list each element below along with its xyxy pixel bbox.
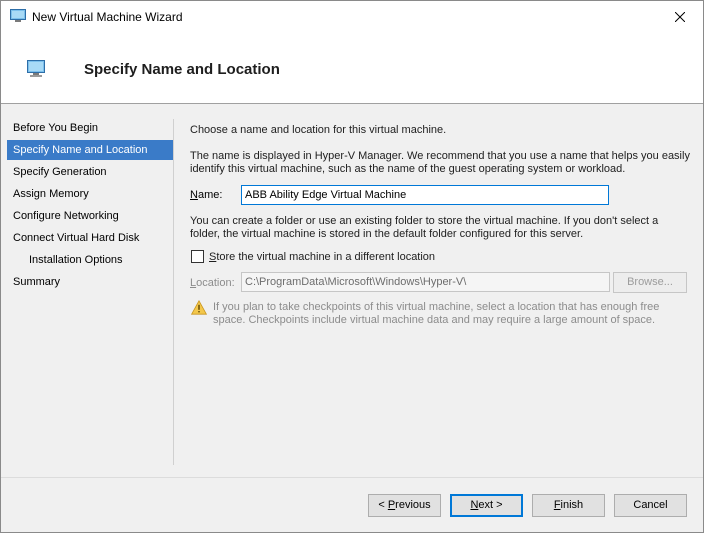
- nav-divider: [173, 119, 174, 465]
- window-title: New Virtual Machine Wizard: [32, 10, 183, 24]
- browse-button: Browse...: [613, 272, 687, 293]
- next-button-rest: ext >: [478, 499, 503, 511]
- title-bar: New Virtual Machine Wizard: [1, 1, 703, 32]
- nav-item-assign-memory[interactable]: Assign Memory: [7, 184, 173, 204]
- wizard-window: New Virtual Machine Wizard Specify Name …: [0, 0, 704, 533]
- location-label: Location:: [190, 277, 235, 289]
- store-location-checkbox[interactable]: [191, 250, 204, 263]
- finish-button[interactable]: Finish: [532, 494, 605, 517]
- name-input[interactable]: [241, 185, 609, 205]
- close-icon[interactable]: [657, 1, 703, 32]
- folder-description: You can create a folder or use an existi…: [190, 215, 659, 240]
- finish-button-rest: inish: [560, 499, 584, 511]
- intro-text: Choose a name and location for this virt…: [190, 124, 447, 136]
- previous-button[interactable]: < Previous: [368, 494, 441, 517]
- nav-item-before-you-begin[interactable]: Before You Begin: [7, 118, 173, 138]
- page-title: Specify Name and Location: [84, 61, 280, 78]
- nav-item-specify-generation[interactable]: Specify Generation: [7, 162, 173, 182]
- location-label-rest: ocation:: [196, 277, 235, 289]
- nav-item-connect-virtual-hard-disk[interactable]: Connect Virtual Hard Disk: [7, 228, 173, 248]
- virtual-machine-icon: [27, 60, 51, 78]
- nav-item-configure-networking[interactable]: Configure Networking: [7, 206, 173, 226]
- warning-icon: [190, 299, 208, 315]
- previous-button-rest: revious: [395, 499, 431, 511]
- nav-item-specify-name-and-location[interactable]: Specify Name and Location: [7, 140, 173, 160]
- store-location-label[interactable]: Store the virtual machine in a different…: [209, 251, 435, 263]
- footer-divider: [1, 477, 703, 478]
- virtual-machine-icon: [10, 9, 26, 22]
- checkpoint-warning-text: If you plan to take checkpoints of this …: [213, 301, 660, 326]
- location-input: [241, 272, 610, 292]
- nav-item-installation-options[interactable]: Installation Options: [7, 250, 173, 270]
- previous-button-prefix: <: [378, 499, 388, 511]
- cancel-button[interactable]: Cancel: [614, 494, 687, 517]
- next-button[interactable]: Next >: [450, 494, 523, 517]
- name-label-rest: ame:: [197, 189, 223, 201]
- finish-button-accel: F: [553, 499, 561, 511]
- nav-item-summary[interactable]: Summary: [7, 272, 173, 292]
- wizard-header: Specify Name and Location: [1, 32, 703, 104]
- name-label: Name:: [190, 189, 222, 201]
- name-label-accel: N: [190, 189, 198, 201]
- name-description: The name is displayed in Hyper-V Manager…: [190, 150, 690, 175]
- store-label-rest: tore the virtual machine in a different …: [216, 251, 436, 263]
